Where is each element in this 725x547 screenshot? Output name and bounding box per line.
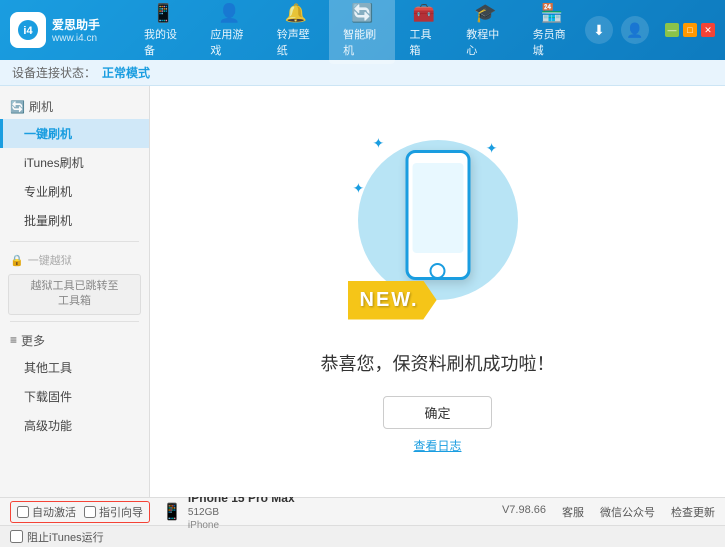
sidebar-item-one-key-flash[interactable]: 一键刷机	[0, 119, 149, 148]
itunes-check[interactable]: 阻止iTunes运行	[10, 529, 104, 545]
sparkle-2: ✦	[486, 140, 498, 157]
sparkle-3: ✦	[353, 180, 365, 197]
maximize-button[interactable]: □	[683, 23, 697, 37]
device-phone-icon: 📱	[162, 502, 182, 522]
header-right: ⬇ 👤 — □ ✕	[585, 16, 715, 44]
more-icon: ≡	[10, 333, 17, 347]
device-storage: 512GB	[188, 506, 295, 519]
logo-area: i4 爱思助手 www.i4.cn	[10, 12, 130, 48]
guide-restore-label: 指引向导	[99, 504, 143, 520]
jailbreak-note: 越狱工具已跳转至 工具箱	[8, 274, 141, 315]
bottom-right: V7.98.66 客服 微信公众号 检查更新	[502, 504, 715, 520]
device-type: iPhone	[188, 519, 295, 532]
nav-apps-games[interactable]: 👤 应用游戏	[196, 0, 262, 64]
auto-activate-checkbox-item[interactable]: 自动激活	[17, 504, 76, 520]
nav-ringtones[interactable]: 🔔 铃声壁纸	[263, 0, 329, 64]
more-section-label: ≡ 更多	[0, 328, 149, 353]
logo-text: 爱思助手 www.i4.cn	[52, 16, 100, 44]
ringtone-icon: 🔔	[285, 3, 307, 24]
nav-tutorial[interactable]: 🎓 教程中心	[452, 0, 518, 64]
tutorial-icon: 🎓	[474, 3, 496, 24]
wechat-link[interactable]: 微信公众号	[600, 504, 655, 520]
service-icon: 🏪	[541, 3, 563, 24]
flash-icon: 🔄	[351, 3, 373, 24]
status-label: 设备连接状态：	[12, 64, 96, 81]
minimize-button[interactable]: —	[665, 23, 679, 37]
check-update-link[interactable]: 检查更新	[671, 504, 715, 520]
sidebar: 🔄 刷机 一键刷机 iTunes刷机 专业刷机 批量刷机 🔒 一键越狱 越狱工具…	[0, 86, 150, 497]
sidebar-item-pro-flash[interactable]: 专业刷机	[0, 177, 149, 206]
logo-icon: i4	[10, 12, 46, 48]
nav-toolbox[interactable]: 🧰 工具箱	[395, 0, 452, 64]
success-message: 恭喜您，保资料刷机成功啦！	[321, 350, 555, 376]
view-log-link[interactable]: 查看日志	[413, 437, 461, 454]
version-label: V7.98.66	[502, 504, 546, 520]
sidebar-item-itunes-flash[interactable]: iTunes刷机	[0, 148, 149, 177]
status-bar: 设备连接状态： 正常模式	[0, 60, 725, 86]
content-area: ✦ ✦ ✦ NEW. 恭喜您，保资料刷机成功啦！ 确定 查看日志	[150, 86, 725, 497]
download-button[interactable]: ⬇	[585, 16, 613, 44]
auto-activate-label: 自动激活	[32, 504, 76, 520]
phone-illustration: ✦ ✦ ✦ NEW.	[348, 130, 528, 330]
guide-restore-checkbox-item[interactable]: 指引向导	[84, 504, 143, 520]
phone-screen	[412, 163, 463, 253]
svg-text:i4: i4	[23, 25, 33, 37]
toolbox-icon: 🧰	[413, 3, 435, 24]
confirm-button[interactable]: 确定	[383, 396, 491, 429]
phone-device	[405, 150, 470, 280]
close-button[interactable]: ✕	[701, 23, 715, 37]
flash-section-label: 🔄 刷机	[0, 94, 149, 119]
nav-smart-flash[interactable]: 🔄 智能刷机	[329, 0, 395, 64]
status-value: 正常模式	[102, 64, 150, 81]
auto-activate-checkbox[interactable]	[17, 506, 29, 518]
sidebar-divider-2	[10, 321, 139, 322]
nav-bar: 📱 我的设备 👤 应用游戏 🔔 铃声壁纸 🔄 智能刷机 🧰 工具箱 🎓 教程中心…	[130, 0, 585, 64]
sidebar-item-batch-flash[interactable]: 批量刷机	[0, 206, 149, 235]
lock-icon: 🔒	[10, 254, 24, 267]
itunes-label: 阻止iTunes运行	[27, 529, 104, 545]
sidebar-item-advanced[interactable]: 高级功能	[0, 411, 149, 440]
user-button[interactable]: 👤	[621, 16, 649, 44]
sidebar-item-other-tools[interactable]: 其他工具	[0, 353, 149, 382]
apps-icon: 👤	[218, 3, 240, 24]
auto-activate-area: 自动激活 指引向导	[10, 501, 150, 523]
main-layout: 🔄 刷机 一键刷机 iTunes刷机 专业刷机 批量刷机 🔒 一键越狱 越狱工具…	[0, 86, 725, 497]
flash-section-icon: 🔄	[10, 100, 25, 114]
nav-service[interactable]: 🏪 务员商城	[519, 0, 585, 64]
sidebar-divider-1	[10, 241, 139, 242]
phone-home-button	[430, 263, 446, 279]
customer-service-link[interactable]: 客服	[562, 504, 584, 520]
nav-my-device[interactable]: 📱 我的设备	[130, 0, 196, 64]
window-controls: — □ ✕	[665, 23, 715, 37]
jailbreak-section: 🔒 一键越狱	[0, 248, 149, 272]
sidebar-item-download-firmware[interactable]: 下载固件	[0, 382, 149, 411]
bottom-bar: 自动激活 指引向导 📱 iPhone 15 Pro Max 512GB iPho…	[0, 497, 725, 525]
new-badge: NEW.	[348, 281, 437, 320]
guide-restore-checkbox[interactable]	[84, 506, 96, 518]
app-header: i4 爱思助手 www.i4.cn 📱 我的设备 👤 应用游戏 🔔 铃声壁纸 🔄…	[0, 0, 725, 60]
sparkle-1: ✦	[373, 135, 385, 152]
my-device-icon: 📱	[152, 3, 174, 24]
itunes-checkbox[interactable]	[10, 530, 23, 543]
